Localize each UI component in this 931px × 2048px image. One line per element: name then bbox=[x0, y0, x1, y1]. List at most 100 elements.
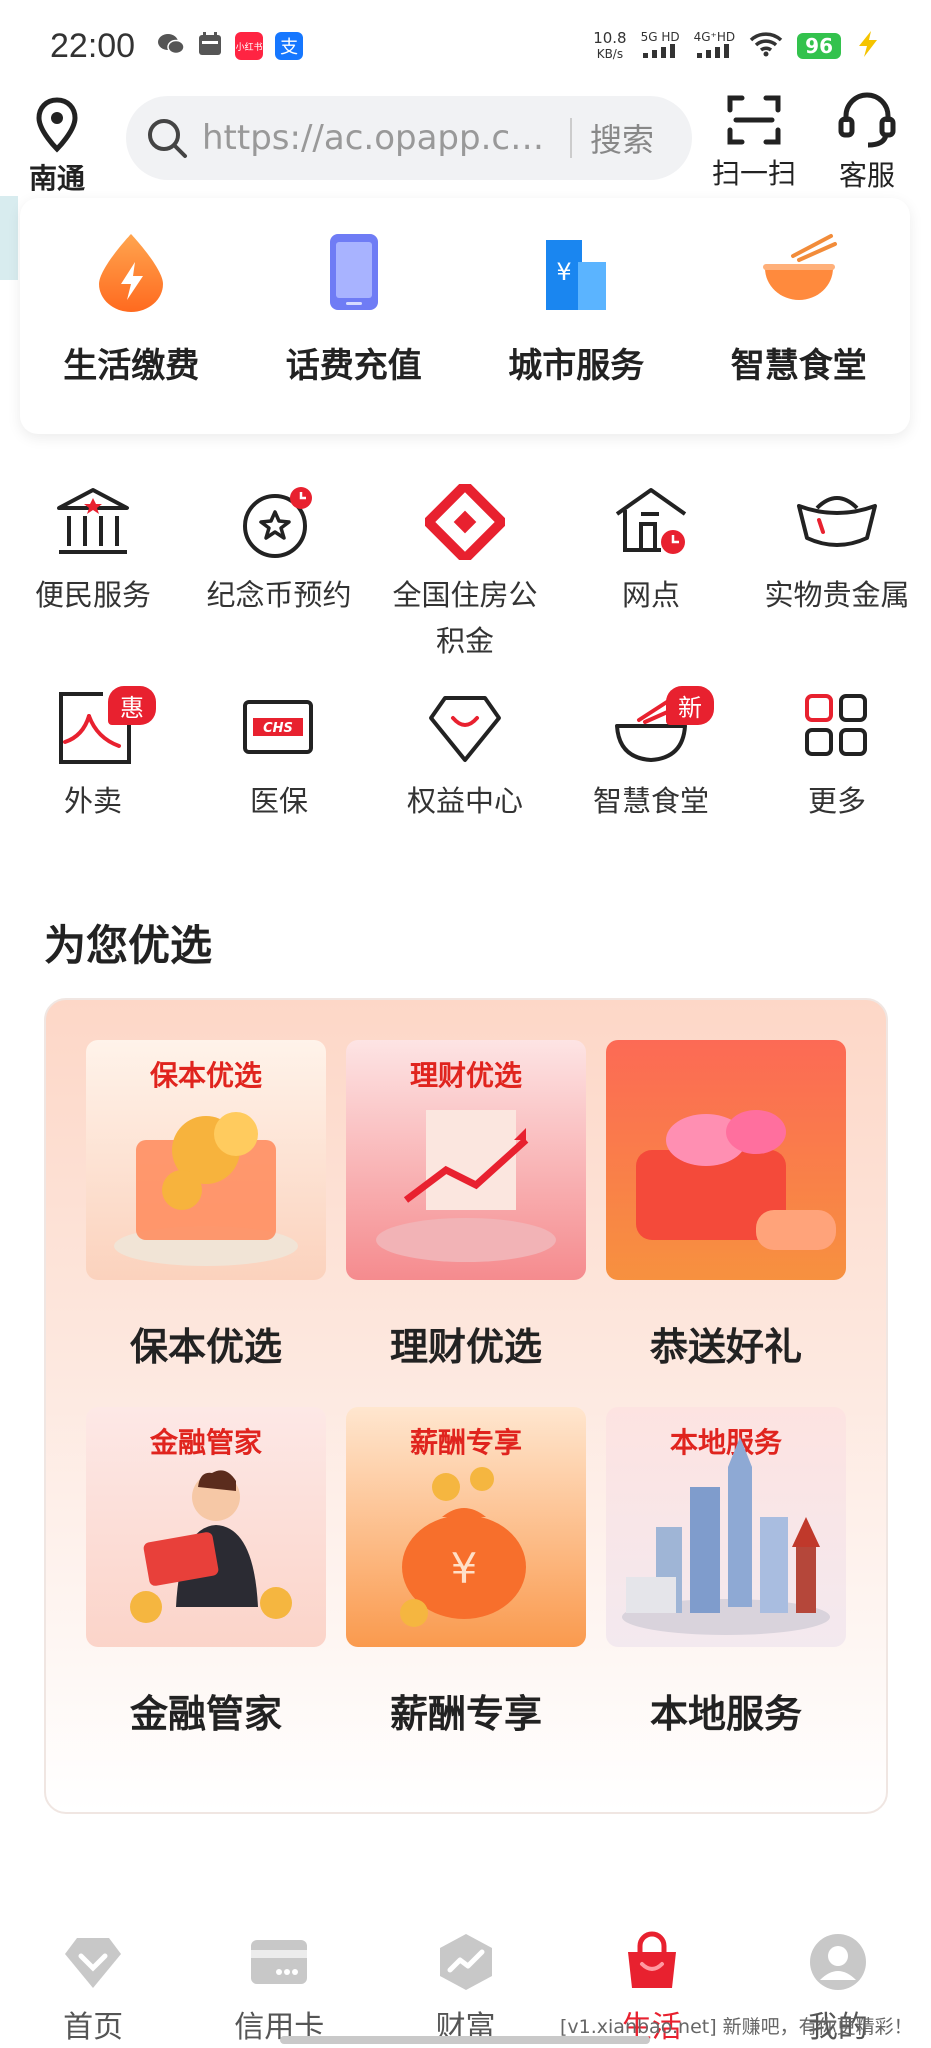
scan-button[interactable]: 扫一扫 bbox=[712, 92, 796, 192]
net-speed-value: 10.8 bbox=[593, 29, 627, 47]
chs-card-icon: CHS bbox=[243, 700, 313, 754]
grid-item-label: 外卖 bbox=[63, 784, 122, 818]
gold-ingot-icon bbox=[797, 496, 877, 547]
noodle-bowl-icon bbox=[762, 234, 837, 300]
promo-image-gifts bbox=[606, 1040, 846, 1280]
promo-gifts[interactable]: 恭送好礼 bbox=[606, 1040, 846, 1407]
lightning-drop-icon bbox=[99, 234, 164, 312]
grid-item-label: 医保 bbox=[249, 784, 308, 818]
svg-text:CHS: CHS bbox=[263, 721, 293, 736]
promo-capital-protected[interactable]: 保本优选 保本优选 bbox=[86, 1040, 326, 1407]
promo-label: 薪酬专享 bbox=[389, 1692, 542, 1736]
xiaohongshu-icon: 小红书 bbox=[235, 32, 264, 60]
promo-label: 本地服务 bbox=[649, 1692, 802, 1736]
grid-item-housing-fund[interactable]: 全国住房公积金 bbox=[372, 484, 558, 664]
service-label: 话费充值 bbox=[285, 346, 422, 386]
banner-edge bbox=[0, 196, 18, 280]
money-bag-illustration: ¥ bbox=[400, 1467, 526, 1627]
signal-bars-icon bbox=[697, 44, 730, 58]
location-label: 南通 bbox=[28, 162, 85, 195]
bank-building-icon bbox=[57, 488, 129, 554]
grid-item-precious-metal[interactable]: 实物贵金属 bbox=[744, 484, 930, 664]
nav-wealth[interactable]: 财富 bbox=[372, 1920, 558, 2048]
grid-item-coin-reservation[interactable]: 纪念币预约 bbox=[186, 484, 372, 664]
location-selector[interactable]: 南通 bbox=[0, 97, 110, 197]
home-diamond-icon bbox=[65, 1938, 122, 1988]
headset-icon bbox=[838, 92, 896, 148]
scan-icon bbox=[727, 95, 781, 145]
signal-5g: 5G HD bbox=[641, 31, 680, 61]
city-building-icon: ¥ bbox=[546, 240, 607, 310]
promo-label: 恭送好礼 bbox=[649, 1325, 802, 1369]
promo-local-service[interactable]: 本地服务 本地服务 bbox=[606, 1407, 846, 1774]
net-speed-unit: KB/s bbox=[596, 47, 624, 61]
signal-4g: 4G⁺HD bbox=[694, 31, 735, 61]
promo-label: 保本优选 bbox=[129, 1325, 282, 1369]
promo-wealth-management[interactable]: 理财优选 理财优选 bbox=[346, 1040, 586, 1407]
search-button[interactable]: 搜索 bbox=[590, 115, 654, 161]
wifi-icon bbox=[749, 31, 783, 61]
branch-icon bbox=[615, 488, 687, 554]
scan-label: 扫一扫 bbox=[712, 157, 797, 190]
customer-service-button[interactable]: 客服 bbox=[836, 92, 898, 194]
promo-salary[interactable]: 薪酬专享 ¥ 薪酬专享 bbox=[346, 1407, 586, 1774]
coin-star-icon bbox=[243, 487, 312, 558]
diamond-icon bbox=[429, 696, 501, 762]
service-city[interactable]: ¥ 城市服务 bbox=[465, 198, 688, 434]
user-profile-icon bbox=[809, 1934, 866, 1990]
grid-more-icon bbox=[805, 694, 867, 756]
net-speed: 10.8 KB/s bbox=[593, 30, 626, 62]
promo-financial-butler[interactable]: 金融管家 金融管家 bbox=[86, 1407, 326, 1774]
grid-item-medical-insurance[interactable]: CHS 医保 bbox=[186, 690, 372, 824]
grid-item-label: 纪念币预约 bbox=[206, 578, 352, 612]
status-indicators: 10.8 KB/s 5G HD 4G⁺HD 96 bbox=[593, 30, 881, 62]
nav-credit-card[interactable]: 信用卡 bbox=[186, 1920, 372, 2048]
grid-item-label: 智慧食堂 bbox=[592, 784, 709, 818]
grid-item-rights-center[interactable]: 权益中心 bbox=[372, 690, 558, 824]
svg-text:¥: ¥ bbox=[557, 258, 572, 286]
nav-label: 首页 bbox=[63, 2010, 124, 2045]
promo-image-local: 本地服务 bbox=[606, 1407, 846, 1647]
signal-bars-icon bbox=[643, 44, 676, 58]
grid-item-label: 更多 bbox=[807, 784, 866, 818]
grid-item-label: 权益中心 bbox=[406, 784, 523, 818]
customer-service-label: 客服 bbox=[838, 159, 895, 192]
grid-item-takeout[interactable]: 惠 外卖 bbox=[0, 686, 186, 824]
home-indicator[interactable] bbox=[280, 2036, 650, 2044]
status-bar: 22:00 小红书 支 10.8 KB/s 5G HD 4G⁺HD 96 bbox=[0, 0, 931, 92]
phone-icon bbox=[329, 234, 378, 310]
grid-item-branch[interactable]: 网点 bbox=[558, 484, 744, 664]
service-phone-recharge[interactable]: 话费充值 bbox=[243, 198, 466, 434]
service-smart-canteen[interactable]: 智慧食堂 bbox=[688, 198, 911, 434]
search-input[interactable]: https://ac.opapp.cn/... bbox=[202, 118, 552, 158]
promo-image-butler: 金融管家 bbox=[86, 1407, 326, 1647]
battery-level: 96 bbox=[797, 33, 841, 59]
svg-text:¥: ¥ bbox=[451, 1544, 478, 1593]
promo-image-capital: 保本优选 bbox=[86, 1040, 326, 1280]
grid-item-more[interactable]: 更多 bbox=[744, 690, 930, 824]
watermark-text: [v1.xianbao.net] 新赚吧，有你更精彩！ bbox=[560, 2016, 913, 2038]
new-badge: 新 bbox=[666, 686, 714, 725]
service-label: 智慧食堂 bbox=[730, 346, 867, 386]
search-icon bbox=[148, 119, 187, 158]
section-title: 为您优选 bbox=[44, 921, 213, 970]
promo-label: 理财优选 bbox=[389, 1325, 542, 1369]
service-grid-row-2: 惠 外卖 CHS 医保 权益中心 新 智慧食堂 更多 bbox=[0, 686, 931, 824]
grid-item-convenience[interactable]: 便民服务 bbox=[0, 484, 186, 664]
service-life-payment[interactable]: 生活缴费 bbox=[20, 198, 243, 434]
search-bar[interactable]: https://ac.opapp.cn/... 搜索 bbox=[126, 96, 692, 180]
promo-badge: 惠 bbox=[108, 686, 156, 725]
charging-icon bbox=[855, 30, 881, 62]
gift-box-illustration bbox=[636, 1110, 836, 1250]
grid-item-label: 便民服务 bbox=[34, 578, 151, 612]
grid-item-label: 全国住房公积金 bbox=[392, 578, 538, 658]
wechat-icon bbox=[157, 31, 185, 61]
wealth-chart-icon bbox=[439, 1934, 492, 1990]
search-divider bbox=[570, 118, 572, 158]
service-label: 城市服务 bbox=[508, 346, 645, 386]
status-time: 22:00 bbox=[50, 26, 136, 65]
promo-image-wealth: 理财优选 bbox=[346, 1040, 586, 1280]
service-label: 生活缴费 bbox=[63, 346, 200, 386]
grid-item-smart-canteen[interactable]: 新 智慧食堂 bbox=[558, 686, 744, 824]
nav-home[interactable]: 首页 bbox=[0, 1920, 186, 2048]
